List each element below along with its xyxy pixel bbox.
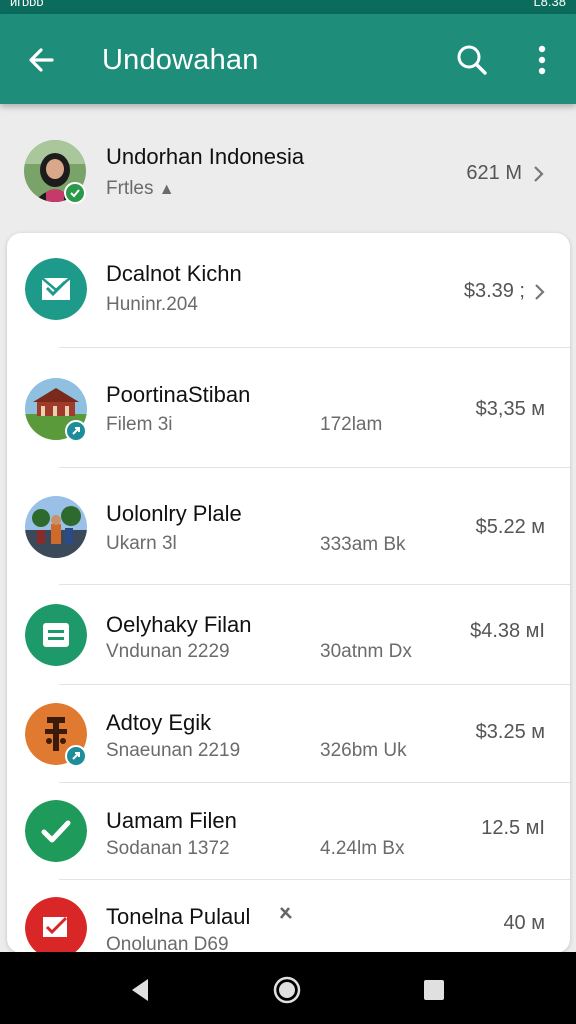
list-item[interactable]: Uolonlry Plale Ukarn 3l 333am Bk $5.22 ᴍ xyxy=(7,468,570,585)
header-row[interactable]: Undorhan Indonesia Frtles ▲ 621 M xyxy=(0,118,576,223)
totem-icon xyxy=(25,703,87,767)
link-badge-icon xyxy=(65,420,87,442)
item-name: PoortinaStiban xyxy=(106,382,251,407)
item-amount: 40 ᴍ xyxy=(503,912,545,934)
navigation-bar xyxy=(0,952,576,1024)
item-meta: 4.24lm Bx xyxy=(320,838,405,859)
item-amount: $3,35 ᴍ xyxy=(475,398,545,420)
item-subtitle: Vndunan 2229 xyxy=(106,641,230,662)
nav-back-icon[interactable] xyxy=(122,972,158,1008)
document-icon xyxy=(25,604,87,666)
list-item[interactable]: Adtoy Egik Snaeunan 2219 326bm Uk $3.25 … xyxy=(7,685,570,783)
file-list: Dcalnot Kichn Huninr.204 $3.39 ; Poortin… xyxy=(7,233,570,953)
item-name: Tonelna Pulaul xyxy=(106,904,251,929)
arrow-back-icon[interactable] xyxy=(22,40,62,80)
item-meta: 333am Bk xyxy=(320,534,406,555)
search-icon[interactable] xyxy=(452,40,492,80)
list-item[interactable]: PoortinaStiban Filem 3i 172lam $3,35 ᴍ xyxy=(7,348,570,468)
list-item[interactable]: Dcalnot Kichn Huninr.204 $3.39 ; xyxy=(7,233,570,348)
check-badge-icon xyxy=(64,182,86,204)
item-meta: 172lam xyxy=(320,414,383,435)
item-name: Uamam Filen xyxy=(106,808,237,833)
avatar xyxy=(24,140,86,204)
app-bar: Undowahan xyxy=(0,14,576,104)
item-subtitle: Onolunan D69 xyxy=(106,934,229,953)
header-name: Undorhan Indonesia xyxy=(106,144,305,169)
item-subtitle: Huninr.204 xyxy=(106,294,198,315)
status-left: ᴎᴦᴅᴅᴅ xyxy=(10,0,44,9)
item-meta: 30atnm Dx xyxy=(320,641,412,662)
status-time: L8.38 xyxy=(533,0,566,9)
nav-recents-icon[interactable] xyxy=(416,972,452,1008)
header-size: 621 M xyxy=(466,162,522,184)
item-subtitle: Filem 3i xyxy=(106,414,173,435)
ballot-check-icon xyxy=(25,897,87,953)
item-amount: $3.25 ᴍ xyxy=(475,721,545,743)
people-photo-icon xyxy=(25,496,87,558)
item-meta: 326bm Uk xyxy=(320,740,407,761)
item-name: Dcalnot Kichn xyxy=(106,261,242,286)
status-bar: ᴎᴦᴅᴅᴅ L8.38 xyxy=(0,0,576,14)
item-subtitle: Sodanan 1372 xyxy=(106,838,230,859)
link-badge-icon xyxy=(65,745,87,767)
item-amount: $3.39 ; xyxy=(463,280,525,302)
checkmark-icon xyxy=(25,800,87,862)
list-item[interactable]: Uamam Filen Sodanan 1372 4.24lm Bx 12.5 … xyxy=(7,783,570,880)
item-name: Adtoy Egik xyxy=(106,710,212,735)
item-name: Oelyhaky Filan xyxy=(106,612,252,637)
more-vert-icon[interactable] xyxy=(524,40,560,80)
page-title: Undowahan xyxy=(102,44,259,76)
chevron-right-icon xyxy=(533,282,547,302)
pin-icon xyxy=(277,904,299,924)
item-subtitle: Ukarn 3l xyxy=(106,533,177,554)
mail-check-icon xyxy=(25,258,87,320)
item-amount: $5.22 ᴍ xyxy=(475,516,545,538)
item-amount: $4.38 ᴍI xyxy=(470,620,545,642)
nav-home-icon[interactable] xyxy=(269,972,305,1008)
header-subtitle: Frtles ▲ xyxy=(106,178,175,199)
list-item[interactable]: Tonelna Pulaul Onolunan D69 40 ᴍ xyxy=(7,880,570,953)
item-amount: 12.5 ᴍI xyxy=(481,817,545,839)
item-name: Uolonlry Plale xyxy=(106,501,242,526)
item-subtitle: Snaeunan 2219 xyxy=(106,740,241,761)
chevron-right-icon xyxy=(532,164,546,184)
list-item[interactable]: Oelyhaky Filan Vndunan 2229 30atnm Dx $4… xyxy=(7,585,570,685)
house-photo-icon xyxy=(25,378,87,442)
